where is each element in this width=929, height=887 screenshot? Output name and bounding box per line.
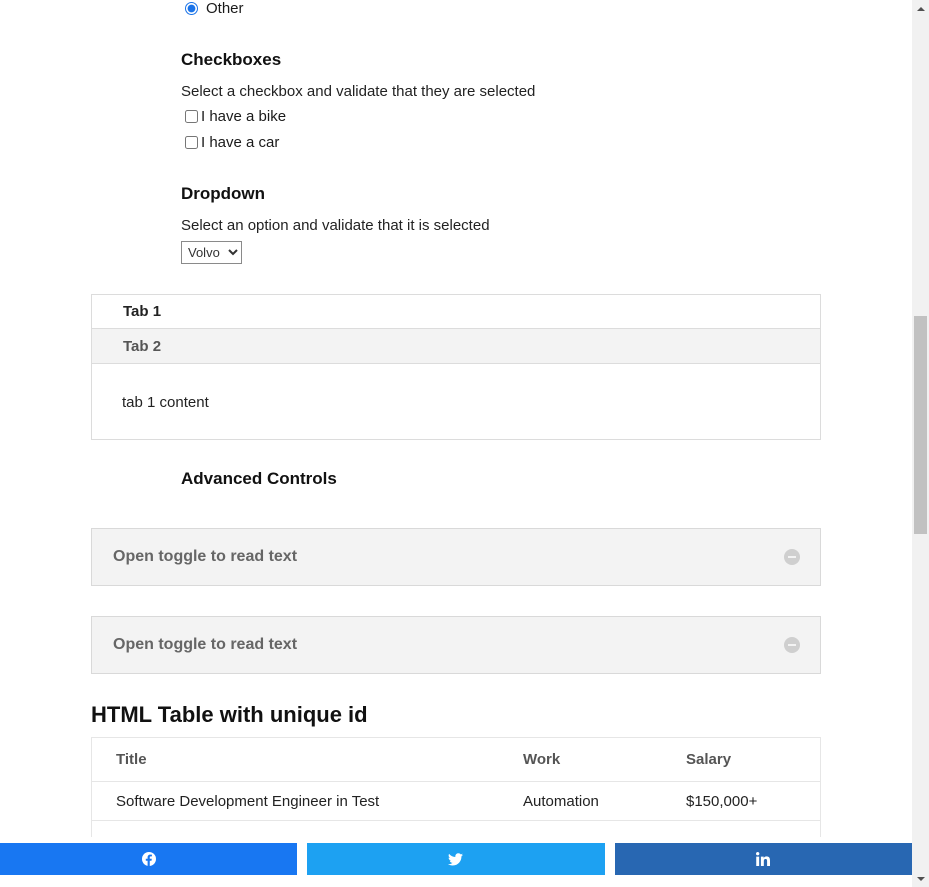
linkedin-share-button[interactable] (614, 843, 912, 875)
table-heading: HTML Table with unique id (91, 702, 368, 727)
facebook-share-button[interactable] (0, 843, 298, 875)
dropdown-heading: Dropdown (181, 184, 266, 203)
car-select[interactable]: Volvo (181, 241, 242, 264)
checkboxes-description: Select a checkbox and validate that they… (181, 83, 536, 100)
table-header-row: Title Work Salary (91, 737, 821, 782)
tab-2[interactable]: Tab 2 (92, 329, 820, 364)
scroll-up-arrow-icon[interactable] (912, 0, 929, 17)
radio-other[interactable]: Other (185, 0, 244, 17)
toggle-1-label: Open toggle to read text (113, 548, 298, 565)
checkbox-bike[interactable]: I have a bike (185, 108, 286, 125)
share-bar (0, 843, 912, 875)
table-cell-salary: $150,000+ (686, 781, 821, 821)
minus-circle-icon[interactable] (784, 549, 800, 565)
checkbox-bike-label: I have a bike (201, 108, 287, 125)
linkedin-icon (756, 852, 771, 866)
tab-1[interactable]: Tab 1 (92, 295, 820, 329)
checkbox-car-label: I have a car (201, 134, 280, 151)
twitter-share-button[interactable] (307, 843, 605, 875)
advanced-controls-heading: Advanced Controls (181, 469, 337, 488)
column-header-salary: Salary (686, 737, 821, 782)
checkbox-car-input[interactable] (185, 136, 198, 149)
toggle-2[interactable]: Open toggle to read text (91, 616, 821, 674)
checkbox-car[interactable]: I have a car (185, 134, 279, 151)
scrollbar-thumb[interactable] (914, 316, 927, 534)
radio-other-label: Other (206, 0, 244, 17)
html-table: Title Work Salary Software Development E… (91, 737, 821, 859)
checkbox-bike-input[interactable] (185, 110, 198, 123)
toggle-2-label: Open toggle to read text (113, 636, 298, 653)
column-header-title: Title (91, 737, 523, 782)
twitter-icon (448, 852, 464, 865)
dropdown-description: Select an option and validate that it is… (181, 217, 490, 234)
minus-circle-icon[interactable] (784, 637, 800, 653)
page: Other Checkboxes Select a checkbox and v… (0, 0, 912, 887)
toggle-1[interactable]: Open toggle to read text (91, 528, 821, 586)
facebook-icon (141, 852, 156, 866)
table-row: Software Development Engineer in Test Au… (91, 781, 821, 821)
scroll-down-arrow-icon[interactable] (912, 870, 929, 887)
radio-other-input[interactable] (185, 2, 198, 15)
vertical-scrollbar[interactable] (912, 0, 929, 887)
table-cell-title: Software Development Engineer in Test (91, 781, 523, 821)
column-header-work: Work (523, 737, 686, 782)
tabs-container: Tab 1 Tab 2 tab 1 content (91, 294, 821, 440)
table-cell-work: Automation (523, 781, 686, 821)
tab-content: tab 1 content (122, 394, 209, 411)
checkboxes-heading: Checkboxes (181, 50, 282, 69)
